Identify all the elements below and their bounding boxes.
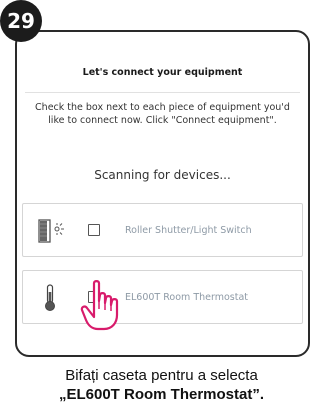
caption-line-2: „EL600T Room Thermostat”. bbox=[58, 386, 265, 403]
device-row-room-thermostat[interactable]: EL600T Room Thermostat bbox=[22, 270, 303, 324]
scanning-status: Scanning for devices... bbox=[94, 168, 231, 182]
step-number-badge: 29 bbox=[0, 0, 42, 42]
title-divider bbox=[25, 92, 300, 93]
device-label-roller-shutter: Roller Shutter/Light Switch bbox=[125, 224, 252, 236]
thermometer-icon bbox=[45, 284, 55, 311]
hand-pointer-icon bbox=[80, 280, 119, 331]
instructions-text: Check the box next to each piece of equi… bbox=[35, 102, 290, 126]
phone-screen: Let's connect your equipment Check the b… bbox=[15, 30, 310, 357]
device-label-room-thermostat: EL600T Room Thermostat bbox=[125, 291, 249, 303]
screen-title: Let's connect your equipment bbox=[82, 67, 243, 78]
caption-line-1: Bifați caseta pentru a selecta bbox=[65, 367, 258, 384]
shutter-light-switch-icon bbox=[38, 219, 64, 243]
device-row-roller-shutter[interactable]: Roller Shutter/Light Switch bbox=[22, 203, 303, 257]
device-checkbox-roller-shutter[interactable] bbox=[88, 224, 100, 236]
caption: Bifați caseta pentru a selecta „EL600T R… bbox=[0, 366, 323, 404]
